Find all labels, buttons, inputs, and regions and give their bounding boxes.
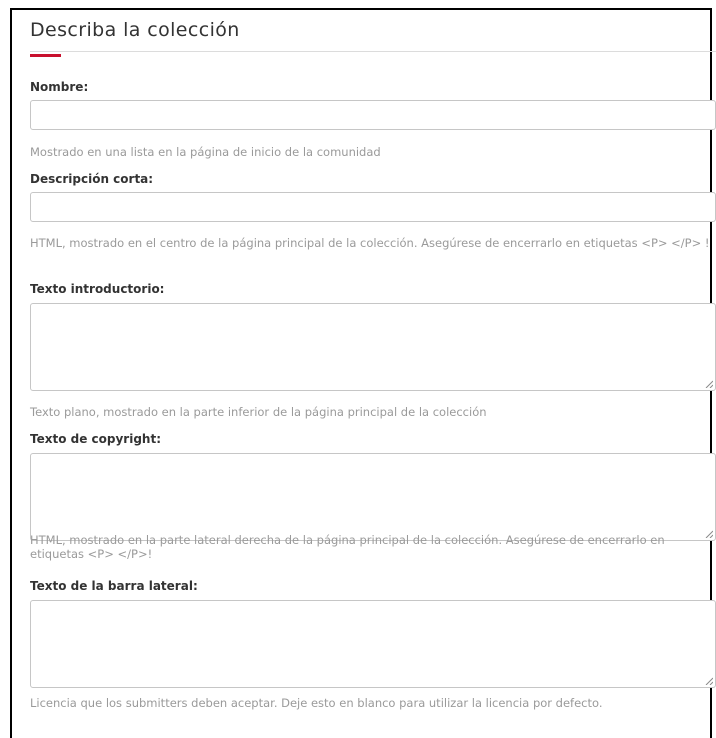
name-label: Nombre: [30,80,89,94]
introductory-text-label: Texto introductorio: [30,282,165,296]
sidebar-text-help: Licencia que los submitters deben acepta… [30,696,603,710]
copyright-text-label: Texto de copyright: [30,432,162,446]
copyright-text-textarea[interactable] [30,453,716,541]
title-divider [30,51,716,52]
copyright-text-help: HTML, mostrado en la parte lateral derec… [30,533,665,561]
sidebar-text-textarea[interactable] [30,600,716,688]
collection-form-panel: Describa la colección Nombre: Mostrado e… [10,8,716,738]
short-description-input[interactable] [30,192,716,222]
title-accent-bar [30,54,61,57]
short-description-label: Descripción corta: [30,172,154,186]
introductory-text-textarea[interactable] [30,303,716,391]
short-description-help: HTML, mostrado en el centro de la página… [30,236,710,250]
form-title: Describa la colección [30,19,240,41]
resize-grip-icon[interactable] [705,677,713,685]
introductory-text-help: Texto plano, mostrado en la parte inferi… [30,405,487,419]
name-input[interactable] [30,100,716,130]
resize-grip-icon[interactable] [705,380,713,388]
name-help: Mostrado en una lista en la página de in… [30,145,381,159]
sidebar-text-label: Texto de la barra lateral: [30,579,198,593]
